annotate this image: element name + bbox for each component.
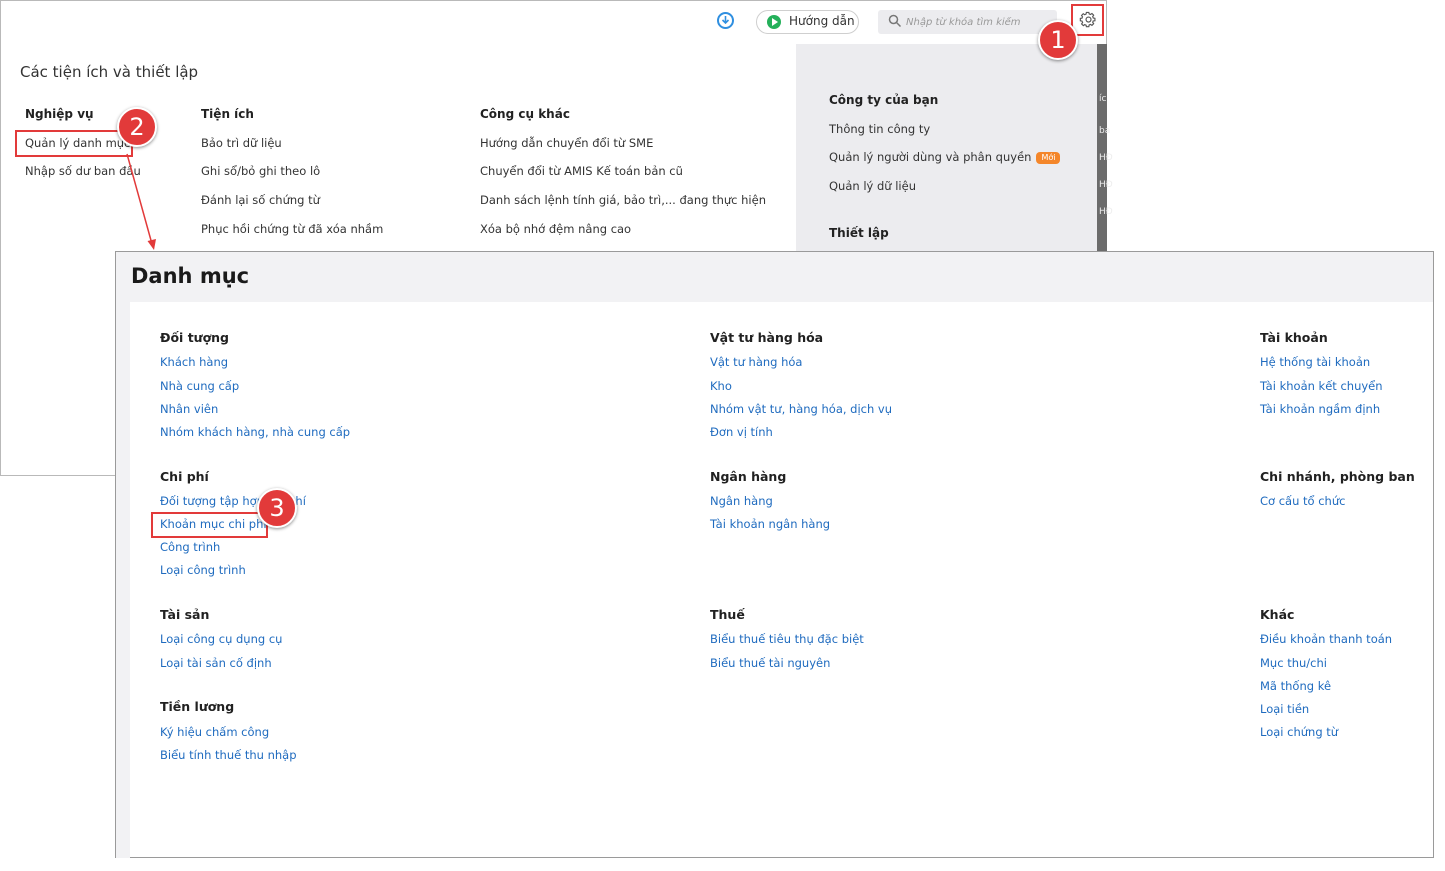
step-marker-2: 2 xyxy=(117,107,157,147)
link-quan-ly-du-lieu[interactable]: Quản lý dữ liệu xyxy=(829,179,916,193)
group-heading-tien-luong: Tiền lương xyxy=(160,699,235,714)
link-nhan-vien[interactable]: Nhân viên xyxy=(160,402,218,416)
group-heading-tai-khoan: Tài khoản xyxy=(1260,330,1328,345)
group-heading-chi-phi: Chi phí xyxy=(160,469,209,484)
catalog-title: Danh mục xyxy=(131,264,250,288)
gear-icon xyxy=(1079,11,1096,28)
column-heading-nghiep-vu: Nghiệp vụ xyxy=(25,107,94,121)
link-tai-khoan-ngan-hang[interactable]: Tài khoản ngân hàng xyxy=(710,517,830,531)
catalog-window: Danh mục Đối tượng Khách hàng Nhà cung c… xyxy=(115,251,1434,858)
group-heading-ngan-hang: Ngân hàng xyxy=(710,469,787,484)
highlight-box-step-3 xyxy=(151,512,268,538)
link-danh-sach-lenh[interactable]: Danh sách lệnh tính giá, bảo trì,... đan… xyxy=(480,193,766,207)
settings-title: Các tiện ích và thiết lập xyxy=(20,63,199,81)
link-loai-tai-san-co-dinh[interactable]: Loại tài sản cố định xyxy=(160,656,272,670)
group-heading-chi-nhanh: Chi nhánh, phòng ban xyxy=(1260,469,1415,484)
link-dieu-khoan-thanh-toan[interactable]: Điều khoản thanh toán xyxy=(1260,632,1392,646)
link-quan-ly-nguoi-dung[interactable]: Quản lý người dùng và phân quyền Mới xyxy=(829,150,1061,164)
link-tai-khoan-ket-chuyen[interactable]: Tài khoản kết chuyển xyxy=(1260,379,1383,393)
link-bieu-thue-ttdb[interactable]: Biểu thuế tiêu thụ đặc biệt xyxy=(710,632,864,646)
group-heading-vat-tu-hang-hoa: Vật tư hàng hóa xyxy=(710,330,824,345)
group-heading-tai-san: Tài sản xyxy=(160,607,210,622)
catalog-left-gutter xyxy=(116,302,130,858)
strip-text: íc xyxy=(1099,94,1107,104)
link-thong-tin-cong-ty[interactable]: Thông tin công ty xyxy=(829,122,930,136)
link-xoa-bo-nho-dem[interactable]: Xóa bộ nhớ đệm nâng cao xyxy=(480,222,631,236)
company-heading: Công ty của bạn xyxy=(829,93,939,107)
search-icon xyxy=(888,14,902,28)
link-bao-tri-du-lieu[interactable]: Bảo trì dữ liệu xyxy=(201,136,282,150)
column-heading-tien-ich: Tiện ích xyxy=(201,107,254,121)
strip-text: ba xyxy=(1099,126,1111,136)
link-danh-lai-so-chung-tu[interactable]: Đánh lại số chứng từ xyxy=(201,193,320,207)
link-nhom-khach-hang[interactable]: Nhóm khách hàng, nhà cung cấp xyxy=(160,425,350,439)
highlight-box-step-2 xyxy=(15,130,133,157)
column-heading-cong-cu-khac: Công cụ khác xyxy=(480,107,570,121)
link-phuc-hoi-chung-tu[interactable]: Phục hồi chứng từ đã xóa nhầm xyxy=(201,222,383,236)
link-ngan-hang[interactable]: Ngân hàng xyxy=(710,494,773,508)
link-co-cau-to-chuc[interactable]: Cơ cấu tổ chức xyxy=(1260,494,1345,508)
link-khach-hang[interactable]: Khách hàng xyxy=(160,355,228,369)
search-input[interactable] xyxy=(906,13,1051,31)
arrow-connector xyxy=(126,153,156,250)
link-ghi-so-theo-lo[interactable]: Ghi sổ/bỏ ghi theo lô xyxy=(201,164,320,178)
link-kho[interactable]: Kho xyxy=(710,379,732,393)
link-don-vi-tinh[interactable]: Đơn vị tính xyxy=(710,425,773,439)
guide-button-label: Hướng dẫn xyxy=(789,14,855,28)
link-cong-trinh[interactable]: Công trình xyxy=(160,540,220,554)
group-heading-thue: Thuế xyxy=(710,607,745,622)
strip-text: HĐ xyxy=(1099,207,1113,217)
link-tai-khoan-ngam-dinh[interactable]: Tài khoản ngầm định xyxy=(1260,402,1380,416)
company-pane: Công ty của bạn Thông tin công ty Quản l… xyxy=(796,44,1097,252)
link-loai-chung-tu[interactable]: Loại chứng từ xyxy=(1260,725,1338,739)
search-box[interactable] xyxy=(878,10,1057,34)
link-vat-tu-hang-hoa[interactable]: Vật tư hàng hóa xyxy=(710,355,802,369)
link-loai-tien[interactable]: Loại tiền xyxy=(1260,702,1309,716)
link-loai-cong-cu-dung-cu[interactable]: Loại công cụ dụng cụ xyxy=(160,632,282,646)
link-huong-dan-chuyen-doi-sme[interactable]: Hướng dẫn chuyển đổi từ SME xyxy=(480,136,653,150)
link-bieu-thue-tai-nguyen[interactable]: Biểu thuế tài nguyên xyxy=(710,656,830,670)
step-marker-3: 3 xyxy=(257,488,297,528)
link-loai-cong-trinh[interactable]: Loại công trình xyxy=(160,563,246,577)
link-nhom-vat-tu[interactable]: Nhóm vật tư, hàng hóa, dịch vụ xyxy=(710,402,892,416)
group-heading-khac: Khác xyxy=(1260,607,1295,622)
setup-heading: Thiết lập xyxy=(829,226,889,240)
group-heading-doi-tuong: Đối tượng xyxy=(160,330,230,345)
play-icon xyxy=(767,15,781,29)
strip-text: HĐ xyxy=(1099,153,1113,163)
link-nha-cung-cap[interactable]: Nhà cung cấp xyxy=(160,379,239,393)
link-ma-thong-ke[interactable]: Mã thống kê xyxy=(1260,679,1331,693)
guide-button[interactable]: Hướng dẫn xyxy=(756,10,859,34)
strip-text: HĐ xyxy=(1099,180,1113,190)
background-strip: íc ba HĐ HĐ HĐ xyxy=(1097,44,1113,252)
catalog-header: Danh mục xyxy=(116,252,1433,302)
link-quan-ly-nguoi-dung-label: Quản lý người dùng và phân quyền xyxy=(829,150,1032,164)
link-he-thong-tai-khoan[interactable]: Hệ thống tài khoản xyxy=(1260,355,1370,369)
download-icon[interactable] xyxy=(717,12,734,29)
link-ky-hieu-cham-cong[interactable]: Ký hiệu chấm công xyxy=(160,725,269,739)
new-badge: Mới xyxy=(1036,152,1061,164)
link-chuyen-doi-amis[interactable]: Chuyển đổi từ AMIS Kế toán bản cũ xyxy=(480,164,683,178)
link-muc-thu-chi[interactable]: Mục thu/chi xyxy=(1260,656,1327,670)
link-bieu-tinh-thue-tncn[interactable]: Biểu tính thuế thu nhập xyxy=(160,748,297,762)
step-marker-1: 1 xyxy=(1038,20,1078,60)
